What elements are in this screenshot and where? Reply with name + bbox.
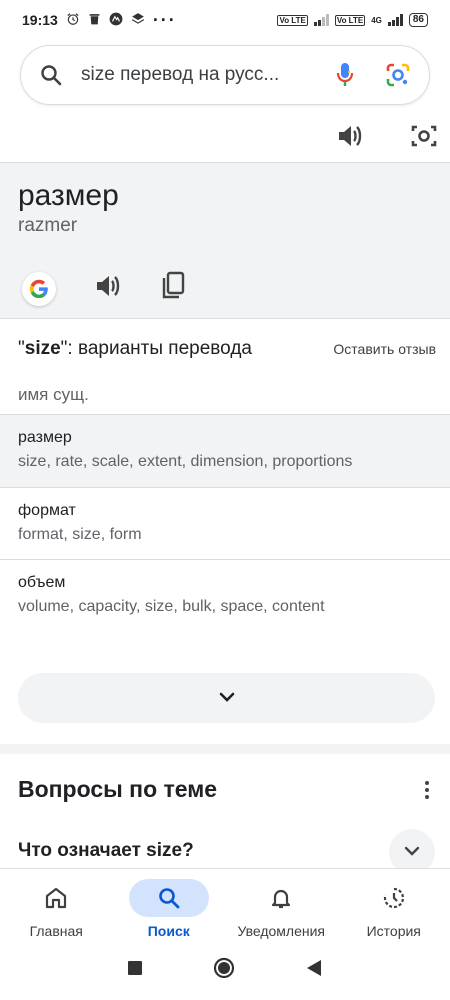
home-icon bbox=[16, 879, 96, 917]
alarm-icon bbox=[66, 12, 80, 28]
variant-synonyms: format, size, form bbox=[18, 526, 142, 543]
show-more-button[interactable] bbox=[18, 673, 435, 723]
volte-icon: Vo LTE bbox=[277, 14, 308, 26]
variant-word: размер bbox=[18, 429, 72, 446]
network-type: 4G bbox=[371, 15, 382, 25]
search-icon bbox=[39, 63, 63, 87]
transliteration: razmer bbox=[18, 215, 78, 236]
recents-icon[interactable] bbox=[127, 960, 143, 981]
translation-actions bbox=[22, 271, 186, 306]
chevron-down-icon bbox=[219, 689, 235, 707]
translation-row[interactable]: объем volume, capacity, size, bulk, spac… bbox=[0, 559, 450, 633]
status-bar: 19:13 ··· Vo LTE Vo LTE 4G 86 bbox=[0, 0, 450, 40]
microphone-icon[interactable] bbox=[335, 62, 355, 88]
nav-label: Главная bbox=[29, 923, 83, 939]
variants-title: "size": варианты перевода bbox=[18, 338, 252, 359]
search-icon bbox=[128, 879, 209, 917]
copy-icon[interactable] bbox=[160, 271, 186, 306]
volte-icon-2: Vo LTE bbox=[334, 14, 366, 26]
variants-term: size bbox=[24, 338, 61, 359]
related-question[interactable]: Что означает size? bbox=[18, 840, 194, 862]
variant-synonyms: volume, capacity, size, bulk, space, con… bbox=[18, 598, 325, 615]
more-notifications-icon: ··· bbox=[152, 9, 177, 30]
part-of-speech: имя сущ. bbox=[18, 385, 89, 404]
translation-row[interactable]: размер size, rate, scale, extent, dimens… bbox=[0, 414, 450, 487]
nav-search[interactable]: Поиск bbox=[113, 869, 226, 940]
google-lens-icon[interactable] bbox=[385, 62, 411, 88]
search-bar[interactable]: size перевод на русс... bbox=[20, 45, 430, 105]
signal-icon-2 bbox=[387, 14, 403, 26]
app-icon bbox=[109, 12, 123, 28]
home-button-icon[interactable] bbox=[213, 957, 235, 984]
chevron-down-icon bbox=[404, 843, 420, 861]
history-icon bbox=[354, 879, 434, 917]
translated-word: размер bbox=[18, 179, 119, 212]
listen-translation-icon[interactable] bbox=[94, 273, 122, 304]
google-translate-button[interactable] bbox=[22, 271, 56, 306]
signal-icon bbox=[313, 14, 329, 26]
section-divider bbox=[0, 744, 450, 754]
trash-icon bbox=[88, 12, 101, 28]
camera-translate-icon[interactable] bbox=[410, 122, 438, 155]
bottom-navigation: Главная Поиск Уведомления История bbox=[0, 868, 450, 940]
notification-icons bbox=[66, 12, 145, 28]
feedback-link[interactable]: Оставить отзыв bbox=[333, 341, 436, 357]
back-icon[interactable] bbox=[305, 959, 323, 982]
variant-word: объем bbox=[18, 574, 66, 591]
variants-header: "size": варианты перевода Оставить отзыв bbox=[18, 338, 436, 360]
translation-card: размер razmer bbox=[0, 163, 450, 319]
translation-row[interactable]: формат format, size, form bbox=[0, 487, 450, 560]
variant-synonyms: size, rate, scale, extent, dimension, pr… bbox=[18, 453, 353, 470]
clock: 19:13 bbox=[22, 12, 58, 28]
battery-icon: 86 bbox=[408, 13, 428, 27]
nav-label: Уведомления bbox=[237, 923, 326, 939]
input-actions-row bbox=[0, 115, 450, 163]
nav-label: Поиск bbox=[147, 923, 190, 939]
bell-icon bbox=[241, 879, 321, 917]
nav-notifications[interactable]: Уведомления bbox=[225, 869, 338, 940]
nav-label: История bbox=[366, 923, 421, 939]
search-input[interactable]: size перевод на русс... bbox=[81, 64, 335, 86]
nav-history[interactable]: История bbox=[338, 869, 450, 940]
nav-home[interactable]: Главная bbox=[0, 869, 113, 940]
system-navigation-bar bbox=[0, 940, 450, 1000]
variant-word: формат bbox=[18, 502, 76, 519]
related-questions-title: Вопросы по теме bbox=[18, 776, 218, 802]
system-status: Vo LTE Vo LTE 4G 86 bbox=[277, 13, 428, 27]
speaker-icon[interactable] bbox=[336, 123, 364, 154]
more-options-icon[interactable] bbox=[418, 779, 436, 806]
layers-icon bbox=[131, 12, 145, 28]
